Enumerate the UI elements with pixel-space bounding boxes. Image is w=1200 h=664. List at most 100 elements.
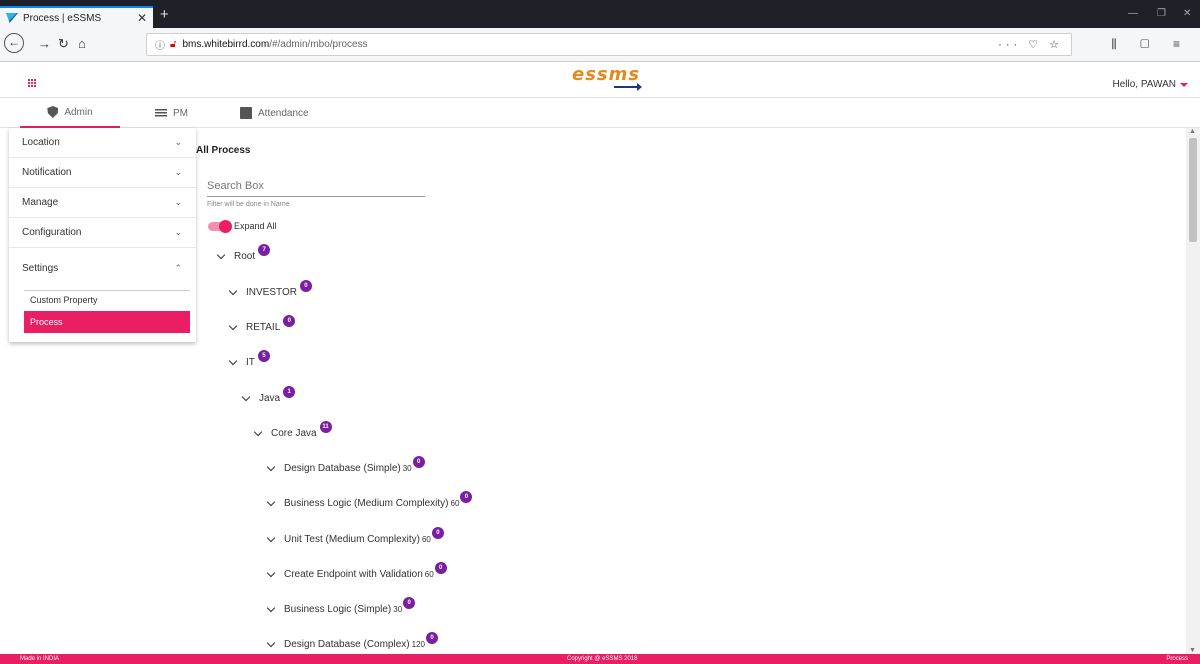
forward-icon[interactable]: → — [38, 36, 51, 51]
count-badge: 0 — [283, 315, 296, 327]
count-badge: 5 — [257, 350, 270, 362]
chevron-down-icon[interactable] — [228, 286, 238, 295]
sidebar-subitem-custom-property[interactable]: Custom Property — [24, 289, 190, 311]
footer: Made in INDIA Copyright @ eSSMS 2018 Pro… — [0, 654, 1200, 664]
tree-node-retail[interactable]: RETAIL 0 — [228, 315, 296, 333]
tree-node-label: INVESTOR — [246, 286, 297, 298]
count-badge: 0 — [425, 632, 438, 644]
tab-label: Attendance — [258, 107, 309, 119]
tree-node-process[interactable]: Business Logic (Medium Complexity) 60 0 — [266, 491, 473, 509]
sidebar-subitem-process[interactable]: Process — [24, 311, 190, 333]
url-path: /#/admin/mbo/process — [269, 39, 368, 50]
sidebar-item-label: Settings — [22, 262, 59, 274]
sidebar-subitem-label: Custom Property — [30, 295, 98, 305]
chevron-down-icon[interactable] — [216, 250, 226, 259]
home-icon[interactable]: ⌂ — [78, 36, 86, 51]
apps-grid-icon[interactable] — [28, 79, 37, 88]
info-icon[interactable]: ⓘ — [155, 37, 165, 52]
tab-label: PM — [173, 107, 188, 119]
scroll-up-icon[interactable]: ▲ — [1189, 128, 1196, 135]
sidebar-item-manage[interactable]: Manage ⌄ — [9, 188, 196, 218]
url-text: bms.whitebirrd.com/#/admin/mbo/process — [182, 39, 998, 50]
tree-node-process[interactable]: Create Endpoint with Validation 60 0 — [266, 562, 447, 580]
tree-node-label: IT — [246, 356, 255, 368]
chevron-down-icon[interactable] — [241, 392, 251, 401]
tree-node-label: Design Database (Complex) — [284, 638, 410, 650]
user-menu[interactable]: Hello, PAWAN — [1112, 79, 1188, 90]
scroll-down-icon[interactable]: ▼ — [1189, 647, 1196, 654]
minimize-icon[interactable]: — — [1128, 8, 1138, 19]
window-close-icon[interactable]: ✕ — [1183, 8, 1191, 19]
search-hint: Filter will be done in Name — [207, 201, 290, 208]
tree-node-process[interactable]: Design Database (Simple) 30 0 — [266, 456, 425, 474]
sidebar-item-location[interactable]: Location ⌄ — [9, 128, 196, 158]
tab-label: Admin — [64, 106, 93, 118]
maximize-icon[interactable]: ❐ — [1157, 8, 1166, 19]
new-tab-button[interactable]: + — [160, 6, 169, 23]
footer-copyright: Copyright @ eSSMS 2018 — [567, 656, 638, 662]
sidebar-item-label: Configuration — [22, 227, 82, 238]
chevron-down-icon: ⌄ — [174, 167, 182, 177]
count-badge: 0 — [403, 597, 416, 609]
tab-attendance[interactable]: Attendance — [240, 98, 309, 128]
expand-all-toggle[interactable] — [208, 220, 232, 233]
tab-close-icon[interactable]: ✕ — [137, 11, 147, 25]
browser-navbar: ← → ↻ ⌂ ⓘ 🔓︎ bms.whitebirrd.com/#/admin/… — [0, 28, 1200, 62]
count-badge: 0 — [299, 280, 312, 292]
favicon-icon — [6, 13, 18, 23]
tree-node-label: Business Logic (Medium Complexity) — [284, 497, 449, 509]
tree-node-number: 60 — [421, 534, 431, 544]
user-greeting: Hello, PAWAN — [1112, 79, 1176, 90]
tree-node-process[interactable]: Business Logic (Simple) 30 0 — [266, 597, 416, 615]
page-scrollbar[interactable]: ▲ ▼ — [1186, 128, 1200, 654]
browser-toolbar-icons[interactable]: ⫼ ▢ ≡ — [1111, 37, 1190, 52]
tree-node-root[interactable]: Root 7 — [216, 244, 271, 262]
page-title: All Process — [196, 145, 251, 156]
tree-node-it[interactable]: IT 5 — [228, 350, 270, 368]
tree-node-investor[interactable]: INVESTOR 0 — [228, 280, 312, 298]
sidebar-item-label: Notification — [22, 167, 72, 178]
tree-node-label: Design Database (Simple) — [284, 462, 401, 474]
logo-text: essms — [572, 64, 641, 85]
tab-pm[interactable]: PM — [155, 98, 188, 128]
chevron-down-icon[interactable] — [253, 427, 263, 436]
count-badge: 0 — [412, 456, 425, 468]
tree-node-label: Unit Test (Medium Complexity) — [284, 533, 420, 545]
tree-node-process[interactable]: Design Database (Complex) 120 0 — [266, 632, 438, 650]
chevron-down-icon[interactable] — [266, 497, 276, 506]
sidebar-item-configuration[interactable]: Configuration ⌄ — [9, 218, 196, 248]
sidebar: Location ⌄ Notification ⌄ Manage ⌄ Confi… — [9, 128, 196, 342]
chevron-down-icon[interactable] — [266, 638, 276, 647]
chevron-down-icon[interactable] — [266, 603, 276, 612]
url-actions-icons[interactable]: ··· ♡ ☆ — [998, 38, 1063, 51]
search-input[interactable] — [207, 180, 425, 197]
chevron-down-icon[interactable] — [266, 533, 276, 542]
browser-tab[interactable]: Process | eSSMS ✕ — [0, 6, 153, 28]
chevron-down-icon: ⌄ — [174, 137, 182, 147]
tree-node-label: Java — [259, 392, 281, 404]
footer-page-name: Process — [1166, 656, 1188, 662]
app-logo: essms — [572, 64, 642, 91]
tree-node-java[interactable]: Java 1 — [241, 386, 296, 404]
tab-admin[interactable]: Admin — [20, 98, 120, 128]
scroll-thumb[interactable] — [1189, 138, 1197, 242]
chevron-down-icon: ⌄ — [174, 227, 182, 237]
sidebar-item-settings[interactable]: Settings ⌃ — [9, 248, 196, 288]
back-icon[interactable]: ← — [4, 33, 24, 53]
count-badge: 1 — [283, 386, 296, 398]
chevron-down-icon[interactable] — [228, 321, 238, 330]
count-badge: 0 — [460, 491, 473, 503]
tree-node-process[interactable]: Unit Test (Medium Complexity) 60 0 — [266, 527, 444, 545]
tree-node-number: 60 — [424, 569, 434, 579]
tree-node-label: Create Endpoint with Validation — [284, 568, 423, 580]
browser-tab-bar: Process | eSSMS ✕ + — ❐ ✕ — [0, 0, 1200, 28]
sidebar-item-notification[interactable]: Notification ⌄ — [9, 158, 196, 188]
url-bar[interactable]: ⓘ 🔓︎ bms.whitebirrd.com/#/admin/mbo/proc… — [146, 33, 1072, 56]
tree-node-core-java[interactable]: Core Java 11 — [253, 421, 332, 439]
reload-icon[interactable]: ↻ — [58, 36, 69, 52]
chevron-down-icon[interactable] — [266, 568, 276, 577]
module-tabs: Admin PM Attendance — [0, 98, 1200, 128]
chevron-down-icon[interactable] — [266, 462, 276, 471]
chevron-down-icon[interactable] — [228, 356, 238, 365]
insecure-lock-icon[interactable]: 🔓︎ — [170, 39, 176, 50]
